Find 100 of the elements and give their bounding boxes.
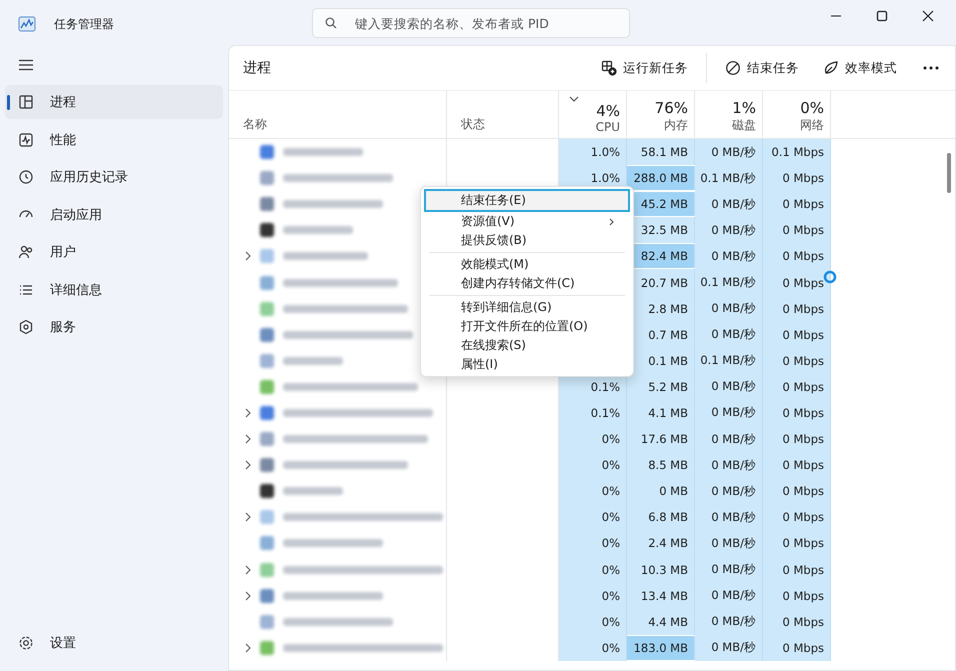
column-header[interactable]: 4% CPU bbox=[559, 91, 627, 138]
expand-chevron-icon[interactable] bbox=[245, 512, 251, 522]
column-header[interactable]: 名称 bbox=[229, 91, 447, 138]
table-cell: 0 MB/秒 bbox=[695, 374, 763, 400]
menu-item[interactable]: 创建内存转储文件(C) bbox=[424, 274, 630, 293]
menu-item[interactable]: 在线搜索(S) bbox=[424, 336, 630, 355]
window-title: 任务管理器 bbox=[54, 16, 115, 33]
close-icon[interactable] bbox=[922, 10, 934, 22]
table-cell: 0.1% bbox=[559, 400, 627, 426]
eco-icon bbox=[823, 60, 839, 76]
services-icon bbox=[18, 319, 34, 335]
table-cell: 0% bbox=[559, 608, 627, 635]
table-cell: 0.1 MB/秒 bbox=[695, 269, 763, 296]
table-cell: 0 Mbps bbox=[763, 243, 831, 270]
table-cell: 0 Mbps bbox=[763, 452, 831, 478]
table-cell: 0 MB/秒 bbox=[695, 634, 763, 661]
maximize-icon[interactable] bbox=[876, 10, 888, 22]
table-cell: 0 MB/秒 bbox=[695, 556, 763, 583]
sidebar-item[interactable]: 进程 bbox=[5, 85, 223, 119]
table-cell: 0 Mbps bbox=[763, 374, 831, 400]
expand-chevron-icon[interactable] bbox=[245, 251, 251, 262]
table-cell: 0% bbox=[559, 556, 627, 583]
busy-cursor-icon bbox=[823, 270, 837, 284]
table-cell: 0 Mbps bbox=[763, 165, 831, 192]
history-icon bbox=[18, 169, 34, 185]
table-cell: 0 Mbps bbox=[763, 608, 831, 635]
table-cell: 0% bbox=[559, 478, 627, 504]
table-cell: 0 Mbps bbox=[763, 191, 831, 218]
table-cell: 6.8 MB bbox=[627, 504, 695, 530]
table-cell: 0 MB/秒 bbox=[695, 139, 763, 166]
more-icon[interactable] bbox=[923, 66, 939, 70]
table-cell: 0% bbox=[559, 530, 627, 556]
table-cell: 0% bbox=[559, 582, 627, 609]
menu-item[interactable]: 提供反馈(B) bbox=[424, 231, 630, 250]
sidebar-item[interactable]: 用户 bbox=[5, 235, 223, 269]
table-cell: 0 Mbps bbox=[763, 400, 831, 426]
expand-chevron-icon[interactable] bbox=[245, 434, 251, 444]
table-cell: 0 MB/秒 bbox=[695, 322, 763, 348]
expand-chevron-icon[interactable] bbox=[245, 590, 251, 601]
sidebar-item[interactable]: 性能 bbox=[5, 122, 223, 156]
column-header[interactable]: 76% 内存 bbox=[627, 91, 695, 138]
search-field[interactable]: 键入要搜索的名称、发布者或 PID bbox=[312, 8, 630, 38]
table-cell: 0 Mbps bbox=[763, 296, 831, 322]
app-icon bbox=[18, 16, 36, 32]
table-cell: 0 Mbps bbox=[763, 217, 831, 244]
menu-item[interactable]: 资源值(V) bbox=[424, 212, 630, 231]
menu-item[interactable]: 结束任务(E) bbox=[424, 189, 630, 212]
users-icon bbox=[18, 244, 34, 260]
table-cell: 58.1 MB bbox=[627, 139, 695, 166]
search-icon bbox=[325, 17, 337, 29]
table-cell: 4.4 MB bbox=[627, 608, 695, 635]
table-cell: 5.2 MB bbox=[627, 374, 695, 400]
table-cell: 288.0 MB bbox=[627, 166, 695, 190]
toolbar-button[interactable]: 结束任务 bbox=[719, 56, 805, 80]
column-header[interactable]: 1% 磁盘 bbox=[695, 91, 763, 138]
sidebar-item[interactable]: 启动应用 bbox=[5, 198, 223, 232]
scrollbar-thumb[interactable] bbox=[947, 153, 951, 193]
expand-chevron-icon[interactable] bbox=[245, 408, 251, 418]
table-cell: 0 Mbps bbox=[763, 556, 831, 583]
table-cell: 0 MB/秒 bbox=[695, 296, 763, 322]
table-cell: 0 MB/秒 bbox=[695, 530, 763, 556]
table-cell: 0 Mbps bbox=[763, 530, 831, 556]
table-cell: 13.4 MB bbox=[627, 582, 695, 609]
settings-item[interactable]: 设置 bbox=[5, 626, 223, 660]
table-cell: 0% bbox=[559, 504, 627, 530]
page-title: 进程 bbox=[243, 59, 271, 77]
table-cell: 0.1 MB/秒 bbox=[695, 348, 763, 374]
table-cell: 2.4 MB bbox=[627, 530, 695, 556]
menu-item[interactable]: 打开文件所在的位置(O) bbox=[424, 317, 630, 336]
table-cell: 1.0% bbox=[559, 139, 627, 166]
toolbar-button[interactable]: 运行新任务 bbox=[595, 56, 694, 80]
table-cell: 0 MB/秒 bbox=[695, 243, 763, 270]
sidebar-item[interactable]: 详细信息 bbox=[5, 272, 223, 306]
expand-chevron-icon[interactable] bbox=[245, 564, 251, 575]
table-cell: 0 MB/秒 bbox=[695, 582, 763, 609]
menu-item[interactable]: 效能模式(M) bbox=[424, 255, 630, 274]
table-cell: 183.0 MB bbox=[627, 636, 695, 660]
table-cell: 0% bbox=[559, 452, 627, 478]
table-cell: 0.1 MB/秒 bbox=[695, 165, 763, 192]
run-icon bbox=[601, 60, 617, 76]
toolbar-button[interactable]: 效率模式 bbox=[817, 56, 903, 80]
menu-item[interactable]: 属性(I) bbox=[424, 355, 630, 374]
sidebar-item[interactable]: 服务 bbox=[5, 310, 223, 344]
expand-chevron-icon[interactable] bbox=[245, 460, 251, 470]
table-cell: 0 Mbps bbox=[763, 504, 831, 530]
processes-icon bbox=[18, 94, 34, 110]
menu-icon[interactable] bbox=[18, 59, 34, 71]
column-header[interactable]: 状态 bbox=[447, 91, 559, 138]
end-icon bbox=[725, 60, 741, 76]
table-cell: 0 Mbps bbox=[763, 322, 831, 348]
table-cell: 0% bbox=[559, 426, 627, 452]
menu-item[interactable]: 转到详细信息(G) bbox=[424, 298, 630, 317]
table-cell: 0 MB bbox=[627, 478, 695, 504]
column-header[interactable]: 0% 网络 bbox=[763, 91, 831, 138]
table-cell: 0 MB/秒 bbox=[695, 478, 763, 504]
table-cell: 0 MB/秒 bbox=[695, 608, 763, 635]
expand-chevron-icon[interactable] bbox=[245, 642, 251, 653]
table-cell: 0 MB/秒 bbox=[695, 426, 763, 452]
table-cell: 0 MB/秒 bbox=[695, 217, 763, 244]
sidebar-item[interactable]: 应用历史记录 bbox=[5, 160, 223, 194]
